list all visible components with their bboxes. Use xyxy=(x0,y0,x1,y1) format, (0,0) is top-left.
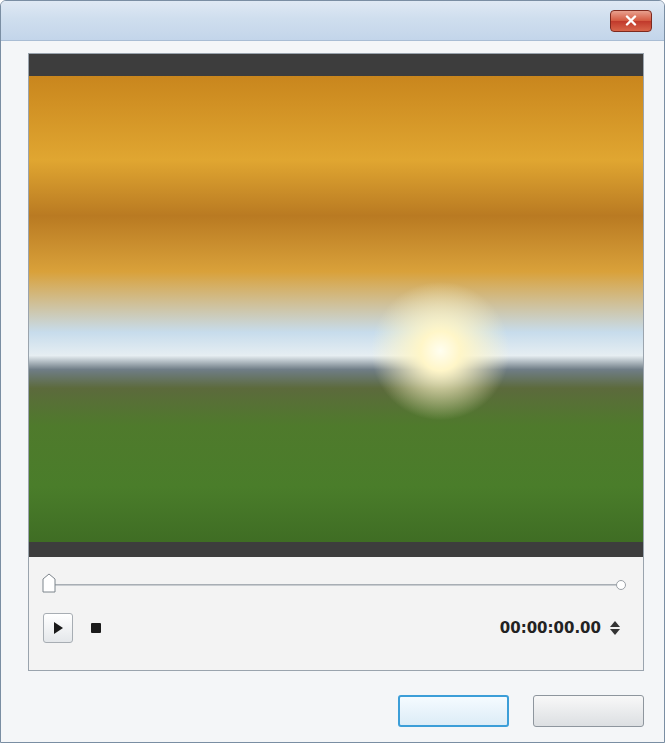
close-icon xyxy=(625,15,637,26)
time-field[interactable]: 00:00:00.00 xyxy=(500,617,601,640)
play-button[interactable] xyxy=(43,613,73,643)
video-frame xyxy=(29,76,643,542)
preview-panel: 00:00:00.00 xyxy=(28,53,644,671)
video-area xyxy=(29,54,643,557)
play-icon xyxy=(52,621,64,635)
stop-button[interactable] xyxy=(81,613,111,643)
title-bar xyxy=(1,1,664,41)
slider-thumb[interactable] xyxy=(42,573,56,593)
close-button[interactable] xyxy=(610,10,652,32)
ok-button[interactable] xyxy=(398,695,509,727)
cancel-button[interactable] xyxy=(533,695,644,727)
timeline-slider[interactable] xyxy=(49,579,621,591)
spinner-icon[interactable] xyxy=(609,620,621,636)
dialog-window: 00:00:00.00 xyxy=(0,0,665,743)
stop-icon xyxy=(90,622,102,634)
